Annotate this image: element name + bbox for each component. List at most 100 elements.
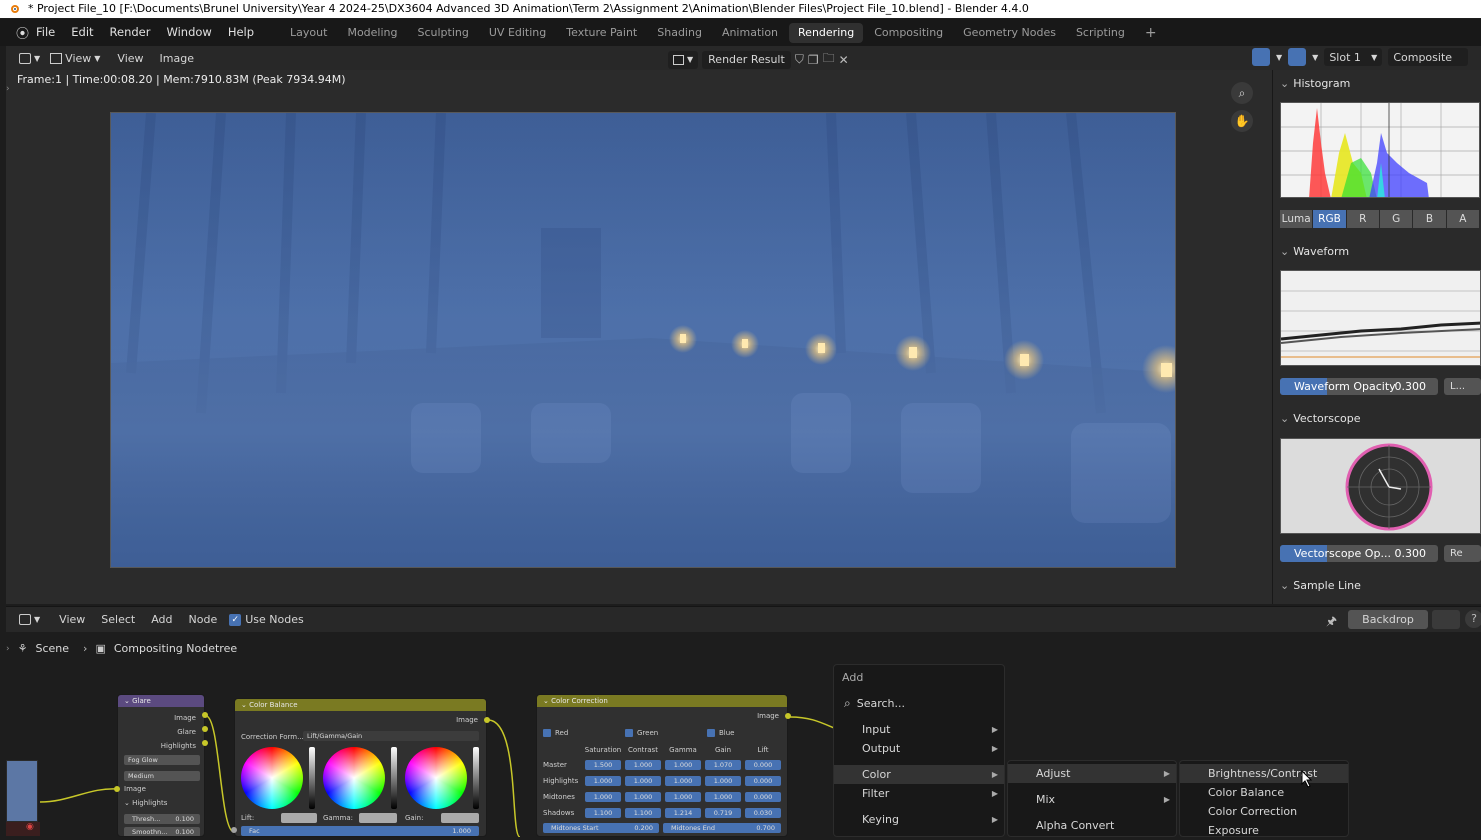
- waveform-opacity-slider[interactable]: Waveform Opacity 0.300: [1280, 378, 1438, 395]
- lift-value-slider[interactable]: [309, 747, 315, 809]
- fake-user-shield-icon[interactable]: ⛉: [795, 52, 804, 67]
- pan-hand-icon[interactable]: ✋: [1231, 110, 1253, 132]
- tab-layout[interactable]: Layout: [281, 23, 336, 43]
- shadows-lift-field[interactable]: 0.030: [745, 808, 781, 818]
- glare-node[interactable]: ⌄ Glare Image Glare Highlights Fog Glow …: [117, 694, 205, 837]
- color-correction-socket-output[interactable]: [785, 713, 791, 719]
- midtones-contrast-field[interactable]: 1.000: [625, 792, 661, 802]
- menu-view[interactable]: View: [109, 52, 151, 65]
- highlights-lift-field[interactable]: 0.000: [745, 776, 781, 786]
- menu-item-input[interactable]: Input ▶: [834, 720, 1004, 739]
- submenu-item-alpha-convert[interactable]: Alpha Convert: [1008, 816, 1176, 835]
- channel-g-button[interactable]: G: [1379, 210, 1413, 228]
- menu-file[interactable]: File: [28, 19, 63, 46]
- eye-icon[interactable]: ◉: [26, 822, 34, 832]
- use-nodes-checkbox[interactable]: ✓: [229, 613, 242, 626]
- color-balance-socket-fac[interactable]: [231, 827, 237, 833]
- tab-texture-paint[interactable]: Texture Paint: [557, 23, 646, 43]
- pin-icon[interactable]: 🖈: [1326, 612, 1337, 633]
- sidebar-toggle-arrow-icon[interactable]: ›: [6, 84, 10, 94]
- zoom-icon[interactable]: ⌕: [1231, 82, 1253, 104]
- gamma-color-wheel[interactable]: [323, 747, 385, 809]
- channel-a-button[interactable]: A: [1446, 210, 1479, 228]
- glare-threshold-field[interactable]: Thresh... 0.100: [124, 814, 200, 824]
- menu-item-keying[interactable]: Keying ▶: [834, 810, 1004, 829]
- waveform-panel-header[interactable]: ⌄ Waveform: [1280, 245, 1349, 258]
- gamma-value-slider[interactable]: [391, 747, 397, 809]
- layer-dropdown[interactable]: Composite: [1388, 48, 1469, 66]
- midtones-gain-field[interactable]: 1.000: [705, 792, 741, 802]
- backdrop-button[interactable]: Backdrop: [1348, 610, 1428, 629]
- master-lift-field[interactable]: 0.000: [745, 760, 781, 770]
- submenu-item-exposure[interactable]: Exposure: [1180, 821, 1348, 840]
- image-name-field[interactable]: Render Result: [702, 50, 791, 69]
- midtones-start-field[interactable]: Midtones Start 0.200: [543, 823, 659, 833]
- channel-b-button[interactable]: B: [1413, 210, 1446, 228]
- master-gain-field[interactable]: 1.070: [705, 760, 741, 770]
- menu-view[interactable]: View: [51, 613, 93, 626]
- highlights-gamma-field[interactable]: 1.000: [665, 776, 701, 786]
- vectorscope-mode-button[interactable]: Re: [1444, 545, 1481, 562]
- add-workspace-button[interactable]: +: [1136, 23, 1166, 43]
- image-browse-button[interactable]: ▼: [668, 50, 699, 69]
- gizmo-icon[interactable]: [1288, 48, 1307, 66]
- fac-slider[interactable]: Fac 1.000: [241, 826, 479, 836]
- submenu-item-brightness-contrast[interactable]: Brightness/Contrast: [1180, 764, 1348, 783]
- glare-socket-input[interactable]: [114, 786, 120, 792]
- duplicate-icon[interactable]: ❐: [808, 53, 819, 67]
- gain-color-wheel[interactable]: [405, 747, 467, 809]
- glare-highlights-section[interactable]: ⌄ Highlights: [124, 799, 167, 807]
- glare-socket-highlights[interactable]: [202, 740, 208, 746]
- chevron-down-icon[interactable]: ▼: [1276, 53, 1282, 62]
- glare-socket-image[interactable]: [202, 712, 208, 718]
- midtones-end-field[interactable]: Midtones End 0.700: [663, 823, 781, 833]
- blender-menu-icon[interactable]: ⦿: [0, 23, 29, 42]
- glare-smoothness-field[interactable]: Smoothn... 0.100: [124, 827, 200, 836]
- tab-rendering[interactable]: Rendering: [789, 22, 864, 43]
- gain-value-slider[interactable]: [473, 747, 479, 809]
- slot-dropdown[interactable]: Slot 1 ▼: [1324, 48, 1383, 66]
- shadows-gamma-field[interactable]: 1.214: [665, 808, 701, 818]
- tab-geometry-nodes[interactable]: Geometry Nodes: [954, 23, 1065, 43]
- channel-r-button[interactable]: R: [1346, 210, 1379, 228]
- menu-window[interactable]: Window: [158, 19, 219, 46]
- sample-line-panel-header[interactable]: ⌄ Sample Line: [1280, 579, 1361, 592]
- help-icon[interactable]: ?: [1465, 610, 1481, 628]
- shadows-contrast-field[interactable]: 1.100: [625, 808, 661, 818]
- gamma-swatch[interactable]: [359, 813, 397, 823]
- lift-color-wheel[interactable]: [241, 747, 303, 809]
- master-contrast-field[interactable]: 1.000: [625, 760, 661, 770]
- midtones-saturation-field[interactable]: 1.000: [585, 792, 621, 802]
- menu-image[interactable]: Image: [152, 52, 202, 65]
- folder-icon[interactable]: 🗀: [823, 49, 835, 70]
- tab-compositing[interactable]: Compositing: [865, 23, 952, 43]
- menu-render[interactable]: Render: [102, 19, 159, 46]
- menu-item-output[interactable]: Output ▶: [834, 739, 1004, 758]
- shadows-saturation-field[interactable]: 1.100: [585, 808, 621, 818]
- sample-tool-icon[interactable]: [1252, 48, 1270, 66]
- glare-socket-glare[interactable]: [202, 726, 208, 732]
- submenu-item-color-correction[interactable]: Color Correction: [1180, 802, 1348, 821]
- menu-add[interactable]: Add: [143, 613, 180, 626]
- view-mode-dropdown[interactable]: View ▼: [45, 49, 105, 67]
- shadows-gain-field[interactable]: 0.719: [705, 808, 741, 818]
- glare-quality-dropdown[interactable]: Medium: [124, 771, 200, 781]
- waveform-mode-button[interactable]: L...: [1444, 378, 1481, 395]
- chevron-down-icon[interactable]: ▼: [1312, 53, 1318, 62]
- glare-type-dropdown[interactable]: Fog Glow: [124, 755, 200, 765]
- channel-luma-button[interactable]: Luma: [1280, 210, 1313, 228]
- master-gamma-field[interactable]: 1.000: [665, 760, 701, 770]
- editor-type-dropdown[interactable]: ▼: [14, 611, 45, 629]
- tab-animation[interactable]: Animation: [713, 23, 787, 43]
- highlights-saturation-field[interactable]: 1.000: [585, 776, 621, 786]
- color-balance-node[interactable]: ⌄ Color Balance Image Correction Form...…: [234, 698, 487, 837]
- menu-select[interactable]: Select: [93, 613, 143, 626]
- master-saturation-field[interactable]: 1.500: [585, 760, 621, 770]
- color-correction-node[interactable]: ⌄ Color Correction Image Red Green Blue …: [536, 694, 788, 837]
- menu-item-filter[interactable]: Filter ▶: [834, 784, 1004, 803]
- tab-scripting[interactable]: Scripting: [1067, 23, 1134, 43]
- editor-type-dropdown[interactable]: ▼: [14, 49, 45, 67]
- vectorscope-panel-header[interactable]: ⌄ Vectorscope: [1280, 412, 1361, 425]
- histogram-panel-header[interactable]: ⌄ Histogram: [1280, 77, 1350, 90]
- midtones-lift-field[interactable]: 0.000: [745, 792, 781, 802]
